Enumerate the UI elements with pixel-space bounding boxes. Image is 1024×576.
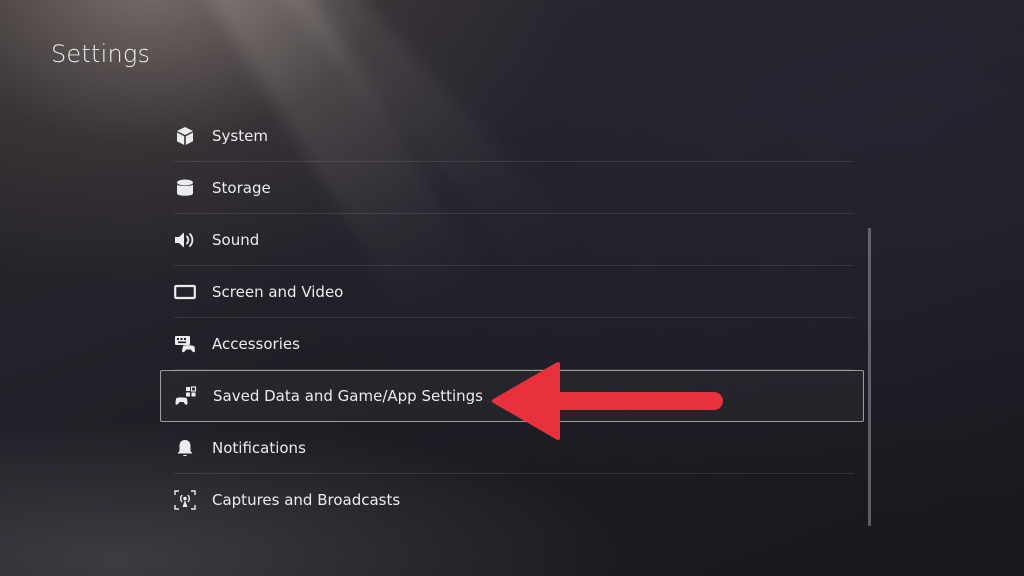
menu-item-label: Accessories bbox=[212, 335, 300, 353]
system-cube-icon bbox=[174, 125, 196, 147]
broadcast-icon bbox=[174, 489, 196, 511]
arrow-head bbox=[492, 362, 560, 440]
menu-item-label: Captures and Broadcasts bbox=[212, 491, 401, 509]
menu-item-label: Sound bbox=[212, 231, 260, 249]
controller-data-icon bbox=[175, 385, 197, 407]
menu-item-label: Screen and Video bbox=[212, 283, 344, 301]
menu-item-label: Saved Data and Game/App Settings bbox=[213, 387, 483, 405]
scrollbar[interactable] bbox=[868, 228, 871, 526]
settings-menu: System Storage Sound Screen and Video Ac… bbox=[160, 110, 864, 526]
menu-item-label: Storage bbox=[212, 179, 271, 197]
menu-item-captures-and-broadcasts[interactable]: Captures and Broadcasts bbox=[160, 474, 864, 526]
menu-item-system[interactable]: System bbox=[160, 110, 864, 162]
menu-item-storage[interactable]: Storage bbox=[160, 162, 864, 214]
bell-icon bbox=[174, 437, 196, 459]
settings-screen: Settings System Storage Sound Screen and… bbox=[0, 0, 1024, 576]
storage-cylinder-icon bbox=[174, 177, 196, 199]
menu-item-label: Notifications bbox=[212, 439, 306, 457]
keyboard-controller-icon bbox=[174, 333, 196, 355]
menu-item-sound[interactable]: Sound bbox=[160, 214, 864, 266]
menu-item-label: System bbox=[212, 127, 268, 145]
page-title: Settings bbox=[51, 40, 151, 68]
speaker-icon bbox=[174, 229, 196, 251]
red-arrow-annotation bbox=[492, 362, 723, 440]
menu-item-screen-and-video[interactable]: Screen and Video bbox=[160, 266, 864, 318]
screen-icon bbox=[174, 281, 196, 303]
